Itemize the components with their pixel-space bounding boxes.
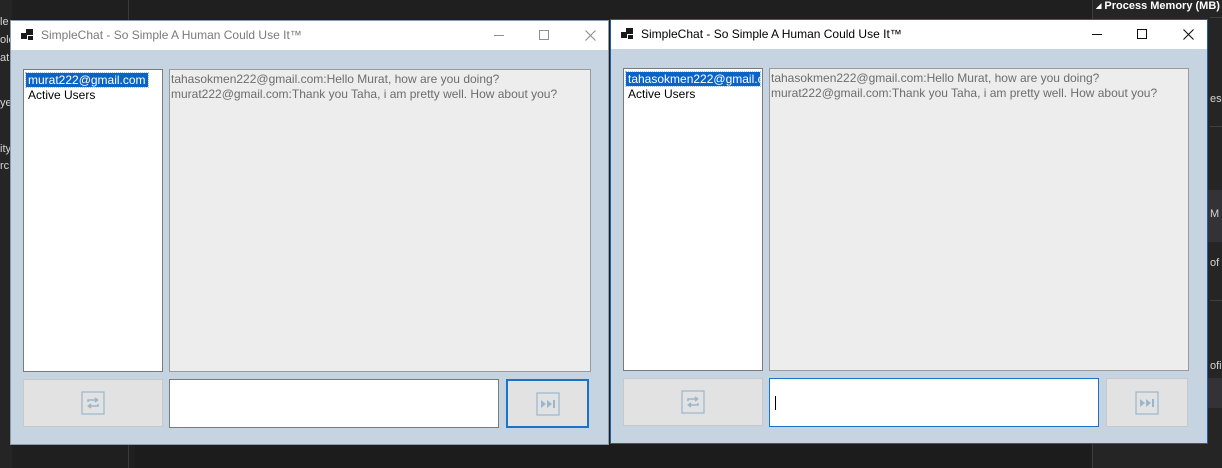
minimize-icon xyxy=(494,35,504,36)
ide-right-rule xyxy=(1210,300,1222,301)
refresh-icon xyxy=(81,391,105,415)
refresh-icon xyxy=(681,390,705,414)
maximize-icon xyxy=(1137,29,1147,39)
minimize-button[interactable] xyxy=(476,21,522,50)
title-bar[interactable]: SimpleChat - So Simple A Human Could Use… xyxy=(11,21,608,50)
minimize-button[interactable] xyxy=(1074,20,1120,49)
process-memory-header[interactable]: ◢ Process Memory (MB) xyxy=(1096,0,1222,14)
refresh-users-button[interactable] xyxy=(623,378,763,426)
chat-message: tahasokmen222@gmail.com:Hello Murat, how… xyxy=(771,71,1100,85)
user-item-taha[interactable]: tahasokmen222@gmail.com xyxy=(625,71,761,87)
text-caret xyxy=(775,396,776,410)
app-icon xyxy=(621,28,634,39)
chat-log[interactable]: tahasokmen222@gmail.com:Hello Murat, how… xyxy=(169,69,591,372)
process-memory-label: Process Memory (MB) xyxy=(1104,0,1220,12)
close-button[interactable] xyxy=(1165,20,1211,49)
refresh-users-button[interactable] xyxy=(23,379,163,427)
skip-forward-icon xyxy=(535,391,560,416)
user-item-active-users[interactable]: Active Users xyxy=(626,87,697,101)
ide-right-text-2: M xyxy=(1210,208,1220,220)
maximize-button[interactable] xyxy=(1119,20,1165,49)
close-button[interactable] xyxy=(567,21,613,50)
chat-log[interactable]: tahasokmen222@gmail.com:Hello Murat, how… xyxy=(769,68,1189,371)
skip-forward-icon xyxy=(1135,390,1159,415)
title-bar[interactable]: SimpleChat - So Simple A Human Could Use… xyxy=(611,20,1207,49)
ide-right-text-1: ess xyxy=(1210,93,1222,105)
maximize-button[interactable] xyxy=(521,21,567,50)
chat-window-taha: SimpleChat - So Simple A Human Could Use… xyxy=(610,19,1208,444)
ide-right-rule xyxy=(1210,17,1222,18)
chat-message: murat222@gmail.com:Thank you Taha, i am … xyxy=(171,87,558,101)
send-button[interactable] xyxy=(506,379,589,428)
collapse-triangle-icon: ◢ xyxy=(1096,3,1102,10)
send-button[interactable] xyxy=(1106,378,1188,427)
ide-bottom-strip xyxy=(135,444,1090,468)
desktop: le ole at ye ity rc ◢Process Memory (MB)… xyxy=(0,0,1222,468)
chat-window-murat: SimpleChat - So Simple A Human Could Use… xyxy=(10,20,609,445)
active-users-list[interactable]: murat222@gmail.com Active Users xyxy=(23,69,163,372)
ide-right-text-4: ofil xyxy=(1210,360,1222,372)
chat-message: murat222@gmail.com:Thank you Taha, i am … xyxy=(771,86,1158,100)
user-item-active-users[interactable]: Active Users xyxy=(26,88,97,102)
message-input[interactable] xyxy=(769,378,1099,427)
close-icon xyxy=(585,30,596,41)
ide-right-text-3: of xyxy=(1210,257,1220,269)
ide-right-block xyxy=(1208,378,1222,408)
maximize-icon xyxy=(539,30,549,40)
message-input[interactable] xyxy=(169,379,499,428)
chat-message: tahasokmen222@gmail.com:Hello Murat, how… xyxy=(171,72,500,86)
close-icon xyxy=(1183,29,1194,40)
ide-right-rule xyxy=(1210,126,1222,127)
minimize-icon xyxy=(1092,34,1102,35)
app-icon xyxy=(21,29,34,40)
active-users-list[interactable]: tahasokmen222@gmail.com Active Users xyxy=(623,68,763,371)
user-item-murat[interactable]: murat222@gmail.com xyxy=(25,72,149,88)
window-title: SimpleChat - So Simple A Human Could Use… xyxy=(641,27,902,41)
window-title: SimpleChat - So Simple A Human Could Use… xyxy=(41,28,302,42)
